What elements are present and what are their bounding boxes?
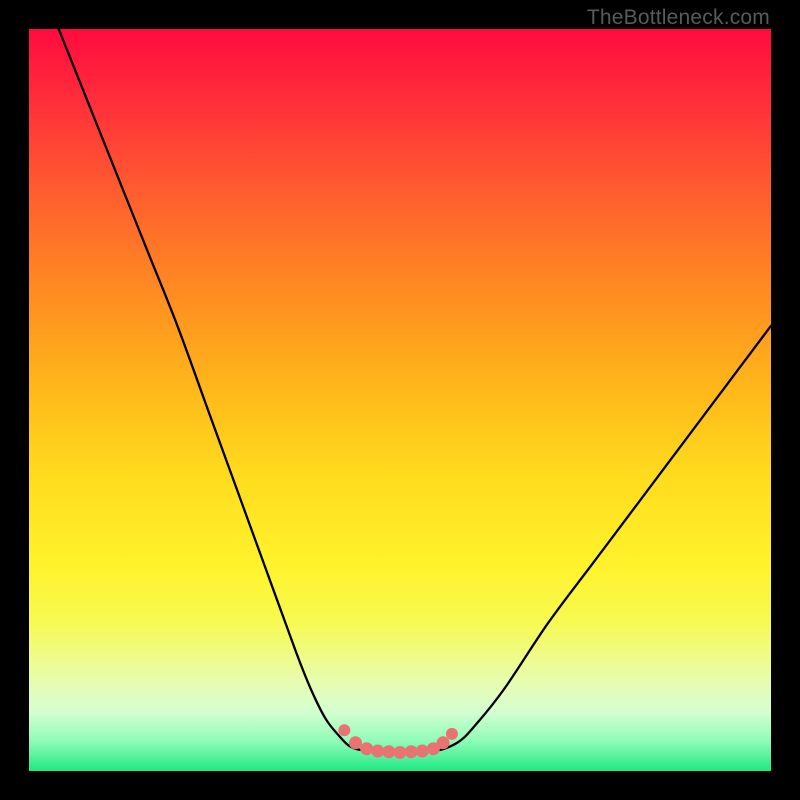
curve-layer <box>29 29 771 771</box>
bottleneck-curve <box>59 29 771 753</box>
valley-marker <box>338 724 350 736</box>
attribution-text: TheBottleneck.com <box>587 6 770 30</box>
valley-markers <box>338 724 458 759</box>
valley-marker <box>371 744 384 757</box>
chart-frame: TheBottleneck.com <box>0 0 800 800</box>
valley-marker <box>349 736 362 749</box>
valley-marker <box>360 742 373 755</box>
valley-marker <box>405 745 418 758</box>
valley-marker <box>394 746 407 759</box>
valley-marker <box>446 728 458 740</box>
curve-path <box>59 29 771 753</box>
plot-area <box>29 29 771 771</box>
valley-marker <box>437 736 450 749</box>
valley-marker <box>382 745 395 758</box>
valley-marker <box>416 744 429 757</box>
